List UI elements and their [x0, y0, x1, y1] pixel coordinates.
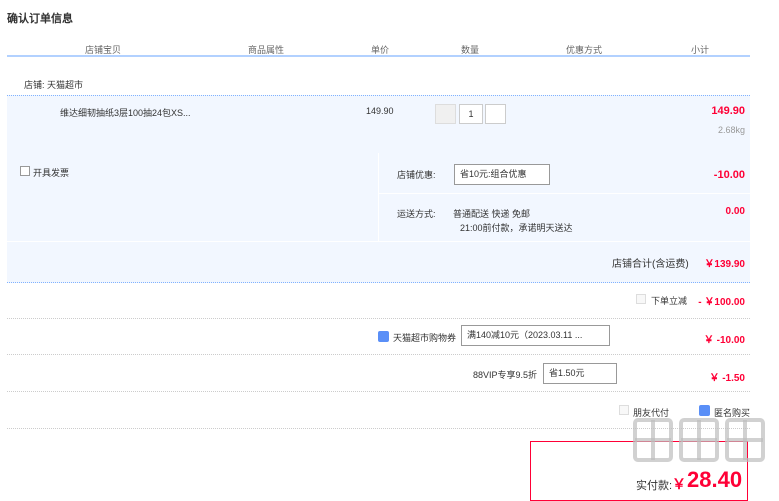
item-row [7, 95, 750, 154]
tmall-coupon-select[interactable]: 满140减10元（2023.03.11 ... [461, 325, 610, 346]
shipping-label: 运送方式: [397, 209, 436, 219]
divider [7, 428, 750, 429]
anonymous-purchase-label: 匿名购买 [714, 408, 751, 418]
quantity-increase-button[interactable] [485, 104, 506, 124]
quantity-input[interactable]: 1 [459, 104, 483, 124]
table-header: 店铺宝贝 商品属性 单价 数量 优惠方式 小计 [7, 41, 750, 57]
col-header-quantity: 数量 [461, 45, 480, 55]
item-weight: 2.68kg [717, 125, 745, 135]
anonymous-purchase-checkbox[interactable] [699, 405, 710, 416]
store-total-amount: ￥139.90 [704, 259, 745, 270]
instant-discount-checkbox[interactable] [636, 294, 646, 304]
vip-discount-amount: ￥ -1.50 [709, 373, 745, 384]
friend-pay-checkbox[interactable] [619, 405, 629, 415]
shop-discount-select[interactable]: 省10元:组合优惠 [454, 164, 550, 185]
col-header-item: 店铺宝贝 [85, 45, 122, 55]
shipping-method: 普通配送 快递 免邮 [453, 209, 531, 219]
payment-amount: 28.40 [687, 467, 743, 492]
col-header-subtotal: 小计 [691, 45, 710, 55]
col-header-discount: 优惠方式 [566, 45, 603, 55]
divider [7, 318, 750, 319]
instant-discount-label: 下单立减 [651, 296, 688, 306]
shop-discount-label: 店铺优惠: [397, 170, 436, 180]
col-header-attributes: 商品属性 [248, 45, 285, 55]
item-unit-price: 149.90 [366, 106, 394, 116]
item-name[interactable]: 维达细韧抽纸3层100抽24包XS... [60, 106, 191, 119]
tmall-coupon-amount: ￥ -10.00 [703, 335, 745, 346]
payment-label: 实付款: [636, 480, 673, 492]
tmall-coupon-label: 天猫超市购物券 [393, 333, 457, 343]
store-total-label: 店铺合计(含运费) [612, 259, 689, 270]
instant-discount-amount: - ￥100.00 [698, 297, 745, 308]
quantity-decrease-button[interactable] [435, 104, 456, 124]
invoice-label: 开具发票 [33, 168, 70, 178]
item-subtotal: 149.90 [711, 105, 745, 117]
shop-discount-amount: -10.00 [713, 169, 745, 181]
page-title: 确认订单信息 [7, 13, 73, 25]
panel-divider-horizontal [378, 193, 750, 194]
payment-currency: ￥ [672, 476, 686, 492]
divider [7, 354, 750, 355]
tmall-coupon-checkbox[interactable] [378, 331, 389, 342]
vip-discount-label: 88VIP专享9.5折 [473, 370, 538, 380]
vip-discount-select[interactable]: 省1.50元 [543, 363, 617, 384]
col-header-price: 单价 [371, 45, 390, 55]
store-name: 店铺: 天猫超市 [24, 80, 84, 90]
shipping-note: 21:00前付款，承诺明天送达 [460, 223, 573, 233]
shipping-amount: 0.00 [725, 206, 745, 217]
invoice-checkbox[interactable] [20, 166, 30, 176]
panel-divider [378, 153, 379, 241]
divider [7, 391, 750, 392]
friend-pay-label: 朋友代付 [633, 408, 670, 418]
